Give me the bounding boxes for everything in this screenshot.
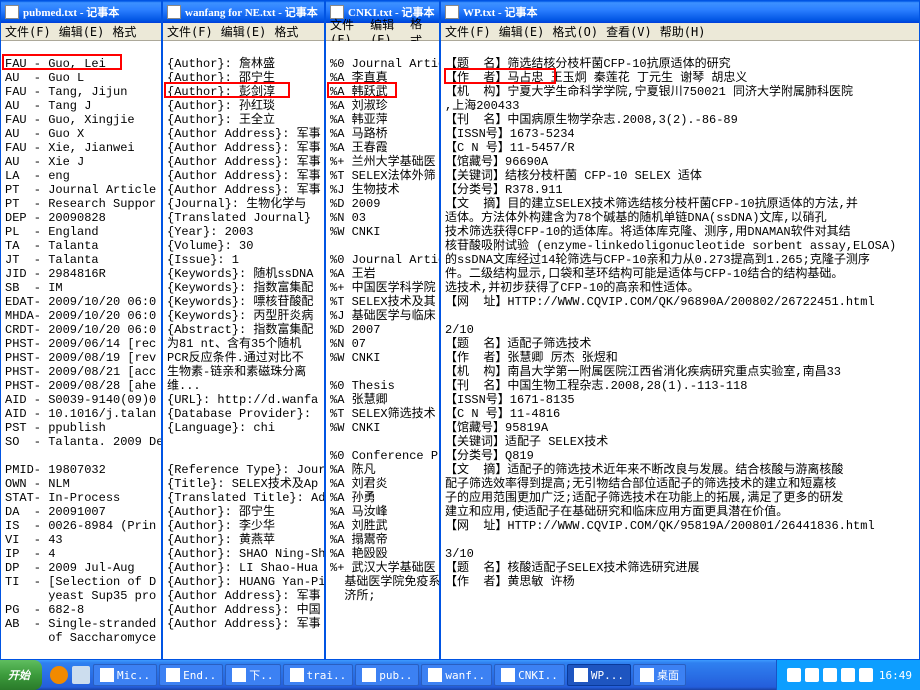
task-icon xyxy=(574,668,588,682)
titlebar[interactable]: WP.txt - 记事本 xyxy=(441,1,919,23)
task-icon xyxy=(428,668,442,682)
task-icon xyxy=(100,668,114,682)
text-content[interactable]: %0 Journal Articl %A 李直真 %A 韩跃武 %A 刘淑珍 %… xyxy=(326,41,439,659)
tray-clock[interactable]: 16:49 xyxy=(879,669,912,682)
taskbar-button[interactable]: wanf.. xyxy=(421,664,492,686)
menu-edit[interactable]: 编辑(E) xyxy=(59,23,105,40)
tray-icon[interactable] xyxy=(859,668,873,682)
task-label: wanf.. xyxy=(445,669,485,682)
task-icon xyxy=(232,668,246,682)
notepad-window-pubmed[interactable]: pubmed.txt - 记事本 文件(F) 编辑(E) 格式 FAU - Gu… xyxy=(0,0,162,660)
task-label: trai.. xyxy=(307,669,347,682)
task-label: End.. xyxy=(183,669,216,682)
menu-file[interactable]: 文件(F) xyxy=(167,23,213,40)
task-label: pub.. xyxy=(379,669,412,682)
start-label: 开始 xyxy=(8,667,30,683)
window-title: WP.txt - 记事本 xyxy=(463,4,537,20)
text-content[interactable]: 【题 名】筛选结核分枝杆菌CFP-10抗原适体的研究 【作 者】马占忠 王玉炯 … xyxy=(441,41,919,659)
tray-icon[interactable] xyxy=(823,668,837,682)
menubar[interactable]: 文件(F) 编辑(E) 格式 xyxy=(326,23,439,41)
notepad-window-wp[interactable]: WP.txt - 记事本 文件(F) 编辑(E) 格式(O) 查看(V) 帮助(… xyxy=(440,0,920,660)
taskbar-button[interactable]: CNKI.. xyxy=(494,664,565,686)
system-tray[interactable]: 16:49 xyxy=(776,660,920,690)
quicklaunch-firefox-icon[interactable] xyxy=(50,666,68,684)
text-content[interactable]: FAU - Guo, Lei AU - Guo L FAU - Tang, Ji… xyxy=(1,41,161,659)
tray-icon[interactable] xyxy=(787,668,801,682)
menu-view[interactable]: 查看(V) xyxy=(606,23,652,40)
notepad-window-cnki[interactable]: CNKI.txt - 记事本 文件(F) 编辑(E) 格式 %0 Journal… xyxy=(325,0,440,660)
taskbar-button[interactable]: 下.. xyxy=(225,664,280,686)
menubar[interactable]: 文件(F) 编辑(E) 格式(O) 查看(V) 帮助(H) xyxy=(441,23,919,41)
taskbar-button[interactable]: trai.. xyxy=(283,664,354,686)
task-icon xyxy=(166,668,180,682)
notepad-icon xyxy=(445,5,459,19)
task-label: WP... xyxy=(591,669,624,682)
menu-edit[interactable]: 编辑(E) xyxy=(221,23,267,40)
tray-icon[interactable] xyxy=(841,668,855,682)
taskbar-button[interactable]: End.. xyxy=(159,664,223,686)
menubar[interactable]: 文件(F) 编辑(E) 格式 xyxy=(163,23,324,41)
taskbar-button[interactable]: pub.. xyxy=(355,664,419,686)
start-button[interactable]: 开始 xyxy=(0,660,42,690)
menu-format[interactable]: 格式 xyxy=(112,23,136,40)
taskbar-button[interactable]: 桌面 xyxy=(633,664,686,686)
menu-help[interactable]: 帮助(H) xyxy=(660,23,706,40)
window-title: wanfang for NE.txt - 记事本 xyxy=(185,4,318,20)
task-label: 桌面 xyxy=(657,667,679,683)
notepad-icon xyxy=(5,5,19,19)
taskbar-button[interactable]: WP... xyxy=(567,664,631,686)
menubar[interactable]: 文件(F) 编辑(E) 格式 xyxy=(1,23,161,41)
task-icon xyxy=(362,668,376,682)
taskbar-button[interactable]: Mic.. xyxy=(93,664,157,686)
text-content[interactable]: {Author}: 詹林盛 {Author}: 邵宁生 {Author}: 彭剑… xyxy=(163,41,324,659)
menu-format[interactable]: 格式(O) xyxy=(552,23,598,40)
task-icon xyxy=(290,668,304,682)
task-label: CNKI.. xyxy=(518,669,558,682)
taskbar[interactable]: 开始 Mic.. End.. 下.. trai.. pub.. wanf.. CNKI.. W… xyxy=(0,660,920,690)
menu-file[interactable]: 文件(F) xyxy=(5,23,51,40)
menu-file[interactable]: 文件(F) xyxy=(445,23,491,40)
quicklaunch-desktop-icon[interactable] xyxy=(72,666,90,684)
task-icon xyxy=(640,668,654,682)
task-label: Mic.. xyxy=(117,669,150,682)
task-label: 下.. xyxy=(249,667,273,683)
menu-edit[interactable]: 编辑(E) xyxy=(499,23,545,40)
tray-icon[interactable] xyxy=(805,668,819,682)
titlebar[interactable]: wanfang for NE.txt - 记事本 xyxy=(163,1,324,23)
notepad-window-wanfang[interactable]: wanfang for NE.txt - 记事本 文件(F) 编辑(E) 格式 … xyxy=(162,0,325,660)
task-icon xyxy=(501,668,515,682)
notepad-icon xyxy=(167,5,181,19)
titlebar[interactable]: pubmed.txt - 记事本 xyxy=(1,1,161,23)
menu-format[interactable]: 格式 xyxy=(274,23,298,40)
window-title: pubmed.txt - 记事本 xyxy=(23,4,119,20)
